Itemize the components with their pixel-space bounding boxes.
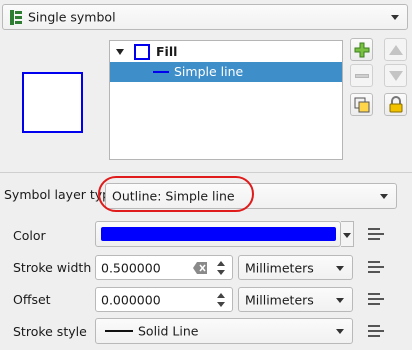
chevron-down-icon [391, 15, 399, 20]
stroke-width-input[interactable]: 0.500000 [95, 255, 233, 280]
spin-down-icon[interactable] [217, 302, 225, 307]
stroke-style-label: Stroke style [13, 324, 87, 339]
stroke-width-unit-combo[interactable]: Millimeters [238, 255, 353, 280]
offset-label: Offset [13, 292, 51, 307]
tree-item-label: Fill [156, 44, 178, 59]
chevron-down-icon [336, 265, 344, 271]
solid-line-icon [105, 330, 133, 332]
duplicate-layer-icon [354, 97, 370, 116]
move-down-button[interactable] [384, 64, 407, 87]
symbol-preview [22, 72, 83, 133]
chevron-down-icon [336, 297, 344, 303]
move-up-icon [389, 45, 403, 55]
chevron-down-icon [343, 233, 351, 238]
lock-icon [388, 96, 404, 116]
offset-value: 0.000000 [101, 292, 161, 307]
tree-item-label: Simple line [174, 64, 244, 79]
data-defined-override-offset[interactable] [362, 288, 390, 310]
color-button[interactable] [95, 221, 341, 247]
chevron-down-icon [380, 194, 388, 199]
fill-square-icon [134, 44, 150, 60]
add-layer-icon [354, 42, 370, 61]
single-symbol-icon [10, 10, 22, 25]
spin-up-icon[interactable] [217, 293, 225, 298]
line-icon [153, 71, 169, 73]
spin-down-icon[interactable] [217, 270, 225, 275]
remove-layer-icon [355, 74, 369, 78]
data-defined-override-stroke-style[interactable] [362, 320, 390, 342]
move-up-button[interactable] [384, 38, 407, 61]
chevron-down-icon [336, 329, 344, 334]
stroke-style-value: Solid Line [138, 323, 199, 339]
data-defined-override-color[interactable] [362, 223, 390, 245]
clear-icon[interactable] [193, 262, 207, 277]
move-down-icon [389, 71, 403, 81]
offset-unit-combo[interactable]: Millimeters [238, 287, 353, 312]
renderer-label: Single symbol [28, 9, 116, 25]
collapse-arrow-icon[interactable] [116, 49, 124, 55]
tree-item-fill[interactable]: Fill [110, 42, 342, 62]
highlight-ring [98, 176, 254, 212]
offset-unit: Millimeters [245, 292, 314, 307]
renderer-combo[interactable]: Single symbol [2, 4, 408, 30]
color-swatch [101, 227, 336, 241]
data-defined-override-stroke-width[interactable] [362, 256, 390, 278]
stroke-width-unit: Millimeters [245, 260, 314, 275]
duplicate-layer-button[interactable] [350, 93, 373, 116]
spin-up-icon[interactable] [217, 261, 225, 266]
stroke-style-combo[interactable]: Solid Line [95, 318, 353, 344]
stroke-width-value: 0.500000 [101, 260, 161, 275]
add-layer-button[interactable] [350, 38, 373, 61]
offset-input[interactable]: 0.000000 [95, 287, 233, 312]
divider [0, 172, 412, 173]
color-menu-button[interactable] [341, 221, 354, 247]
stroke-width-label: Stroke width [13, 260, 92, 275]
symbol-layer-tree[interactable]: Fill Simple line [109, 40, 343, 160]
tree-item-simple-line[interactable]: Simple line [110, 62, 342, 82]
lock-layer-button[interactable] [384, 93, 407, 116]
color-label: Color [13, 228, 46, 243]
remove-layer-button[interactable] [350, 64, 373, 87]
